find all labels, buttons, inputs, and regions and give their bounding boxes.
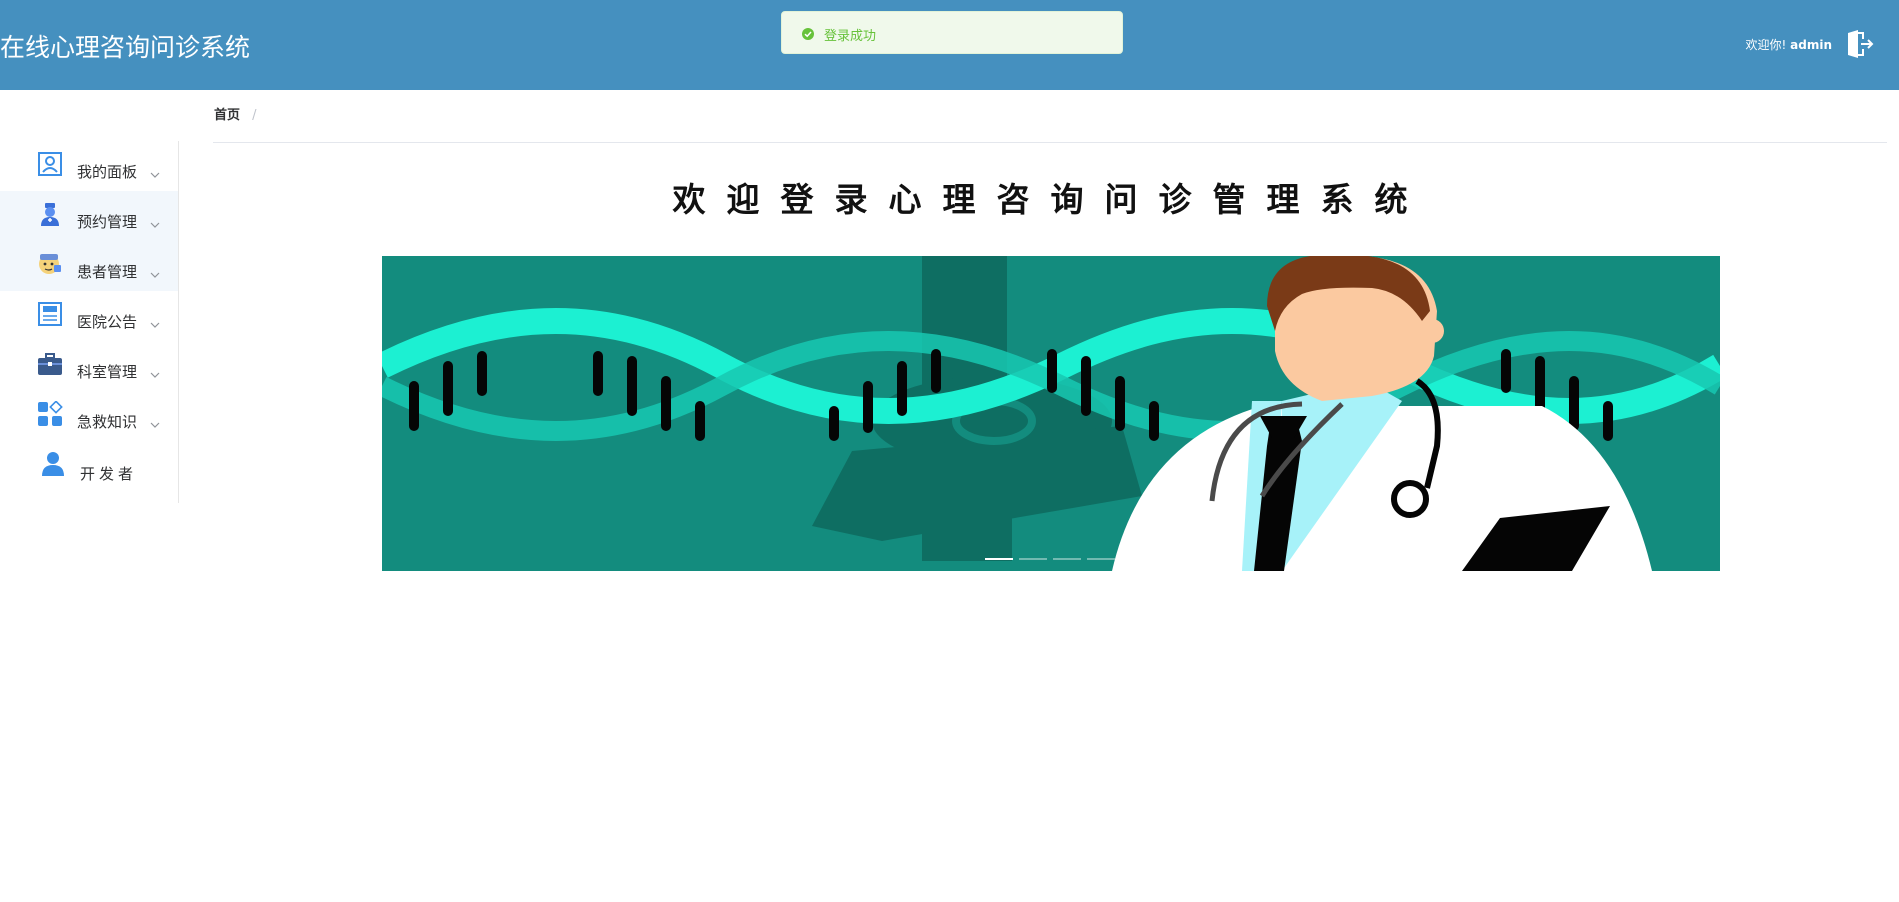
sidebar-item-label: 患者管理 (77, 263, 138, 281)
sidebar-menu: 我的面板 预约管理 患者管理 医院公告 科室管理 急救知识 开发者 (0, 141, 179, 503)
chevron-down-icon (150, 213, 160, 228)
sidebar-item-label: 科室管理 (77, 363, 138, 381)
login-success-toast: 登录成功 (781, 11, 1123, 54)
sidebar-item-developer[interactable]: 开发者 (0, 441, 178, 491)
patient-icon (37, 251, 63, 277)
sidebar-item-patients[interactable]: 患者管理 (0, 241, 178, 291)
doctor-dna-illustration (382, 256, 1720, 571)
apps-grid-icon (37, 400, 63, 427)
success-check-icon (801, 26, 815, 40)
sidebar-item-label: 急救知识 (77, 413, 138, 431)
sidebar-item-announcements[interactable]: 医院公告 (0, 291, 178, 341)
sidebar-item-label: 我的面板 (77, 163, 138, 181)
developer-person-icon (40, 451, 66, 477)
breadcrumb: 首页 / (214, 104, 257, 123)
toast-message: 登录成功 (824, 29, 877, 44)
sidebar-item-label: 医院公告 (77, 313, 138, 331)
chevron-down-icon (150, 413, 160, 428)
nurse-appointment-icon (37, 201, 63, 227)
chevron-down-icon (150, 363, 160, 378)
logout-door-icon[interactable] (1844, 29, 1874, 59)
chevron-down-icon (150, 163, 160, 178)
user-panel-icon (37, 151, 63, 177)
news-announcement-icon (37, 301, 63, 327)
sidebar-item-departments[interactable]: 科室管理 (0, 341, 178, 391)
carousel-indicator[interactable] (1087, 558, 1115, 560)
sidebar-item-my-panel[interactable]: 我的面板 (0, 141, 178, 191)
page-title: 欢迎登录心理咨询问诊管理系统 (672, 180, 1429, 219)
breadcrumb-separator: / (252, 108, 257, 123)
app-title: 在线心理咨询问诊系统 (0, 33, 251, 62)
sidebar-item-appointments[interactable]: 预约管理 (0, 191, 178, 241)
carousel-indicator[interactable] (1019, 558, 1047, 560)
carousel-indicator[interactable] (985, 558, 1013, 560)
briefcase-icon (37, 351, 63, 377)
username: admin (1790, 38, 1832, 52)
sidebar-item-label: 预约管理 (77, 213, 138, 231)
chevron-down-icon (150, 313, 160, 328)
breadcrumb-home[interactable]: 首页 (214, 108, 240, 123)
sidebar-item-label: 开发者 (80, 465, 138, 483)
chevron-down-icon (150, 263, 160, 278)
carousel-indicator[interactable] (1053, 558, 1081, 560)
content-divider (213, 142, 1887, 143)
banner-carousel[interactable] (382, 256, 1720, 571)
welcome-prefix: 欢迎你! (1745, 38, 1787, 52)
sidebar-item-first-aid[interactable]: 急救知识 (0, 391, 178, 441)
welcome-text: 欢迎你! admin (1746, 36, 1833, 53)
